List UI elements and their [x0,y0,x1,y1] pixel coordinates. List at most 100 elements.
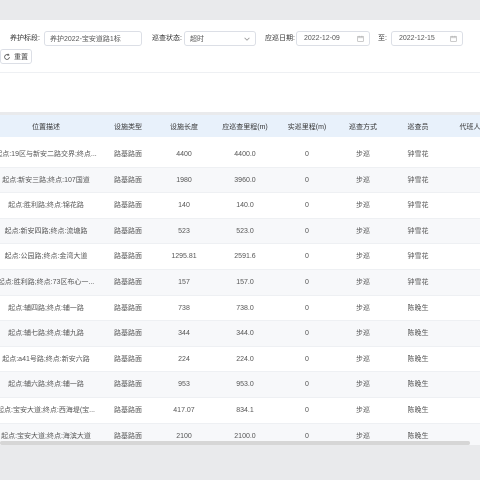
table-row[interactable]: 起点:新安三路;终点:107国道 路基路面 1980 3960.0 0 步巡 钟雪花 [0,167,480,194]
table-cell: 陈晚生 [407,355,429,363]
reset-label: 重置 [14,53,28,61]
column-header: 应巡查里程(m) [222,124,268,131]
table-cell: 3960.0 [234,176,256,184]
section-label: 养护标段: [10,35,40,42]
table-cell: 起点:宝安大道;终点:西海堤(宝... [0,407,95,414]
column-header: 设施长度 [170,124,198,131]
table-row[interactable]: 起点:辅七路;终点:辅九路 路基路面 344 344.0 0 步巡 陈晚生 [0,321,480,347]
date-from-input[interactable]: 2022-12-09 [296,31,370,46]
table-cell: 钟雪花 [407,279,429,286]
table-cell: 953.0 [236,381,254,389]
table-cell: 路基路面 [114,355,142,363]
table-cell: 步巡 [356,407,370,414]
table-cell: 路基路面 [114,227,142,235]
table-cell: 0 [305,151,309,158]
table-cell: 344.0 [236,330,254,338]
table-cell: 起点:19区与新安二路交界;终点... [0,151,97,158]
table-cell: 钟雪花 [407,253,429,261]
table-cell: 738.0 [236,304,254,312]
table-cell [450,142,480,167]
table-cell: 0 [305,253,309,261]
table-cell: 路基路面 [114,176,142,184]
table-cell [450,398,480,423]
table-cell: 1980 [176,176,192,184]
table-row[interactable]: 起点:19区与新安二路交界;终点... 路基路面 4400 4400.0 0 步巡 钟雪花 [0,142,480,168]
table-cell [450,193,480,218]
date-label: 应巡日期: [265,35,295,42]
table-cell: 起点:辅四路;终点:辅一路 [8,304,84,312]
table-cell: 起点:新安三路;终点:107国道 [2,176,90,184]
table-cell: 路基路面 [114,381,142,389]
table-cell: 路基路面 [114,279,142,286]
table-cell: 0 [305,176,309,184]
table-cell: 417.07 [173,407,195,414]
calendar-icon [357,35,364,42]
table-cell: 钟雪花 [407,227,429,235]
column-header: 实巡里程(m) [287,124,327,131]
table-cell: 陈晚生 [407,381,429,389]
table-cell: 834.1 [236,407,254,414]
table-cell: 步巡 [356,202,370,210]
table-cell: 0 [305,381,309,389]
table-cell [450,168,480,193]
table-cell: 0 [305,407,309,414]
table-cell: 起点:公园路;终点:金湾大道 [4,253,88,261]
table-cell [450,270,480,295]
inspection-table: 位置描述 设施类型 设施长度 应巡查里程(m) 实巡里程(m) 巡查方式 巡查员 代班人 起点… [0,115,480,450]
table-header: 位置描述 设施类型 设施长度 应巡查里程(m) 实巡里程(m) 巡查方式 巡查员 代班人 [0,115,480,137]
calendar-icon [450,35,457,42]
table-cell: 0 [305,202,309,210]
table-row[interactable]: 起点:公园路;终点:金湾大道 路基路面 1295.81 2591.6 0 步巡 钟雪花 [0,244,480,270]
table-cell: 523 [178,227,190,235]
table-cell: 224 [178,355,190,363]
app-window: 养护标段: 养护2022-宝安道路1标 巡查状态: 超时 应巡日期: 2022-… [0,0,480,480]
table-row[interactable]: 起点:宝安大道;终点:西海堤(宝... 路基路面 417.07 834.1 0 步巡 陈晚生 [0,398,480,424]
table-cell: 陈晚生 [407,407,429,414]
date-filter: 应巡日期: [265,30,295,46]
table-cell: 157.0 [236,279,254,286]
table-cell [450,372,480,397]
date-from-value: 2022-12-09 [304,35,340,42]
status-select[interactable]: 超时 [184,31,256,46]
table-cell: 钟雪花 [407,202,429,210]
table-row[interactable]: 起点:a41号路;终点:新安六路 路基路面 224 224.0 0 步巡 陈晚生 [0,347,480,373]
table-cell: 步巡 [356,279,370,286]
table-cell: 0 [305,355,309,363]
date-to-value: 2022-12-15 [399,35,435,42]
table-row[interactable]: 起点:新安四路;终点:流塘路 路基路面 523 523.0 0 步巡 钟雪花 [0,218,480,245]
table-cell: 步巡 [356,304,370,312]
table-toolbar [0,72,480,112]
table-cell: 步巡 [356,381,370,389]
table-cell: 0 [305,330,309,338]
section-select[interactable]: 养护2022-宝安道路1标 [44,31,142,46]
column-header: 巡查方式 [349,124,377,131]
table-row[interactable]: 起点:辅四路;终点:辅一路 路基路面 738 738.0 0 步巡 陈晚生 [0,296,480,322]
table-cell: 钟雪花 [407,176,429,184]
page-footer-area [0,445,480,480]
table-cell: 0 [305,279,309,286]
table-row[interactable]: 起点:辅六路;终点:辅一路 路基路面 953 953.0 0 步巡 陈晚生 [0,372,480,398]
section-filter: 养护标段: [10,30,40,46]
table-cell: 路基路面 [114,253,142,261]
refresh-icon [4,53,10,60]
table-cell: 738 [178,304,190,312]
table-cell: 起点:胜利路;终点:73区布心一... [0,279,95,286]
table-cell: 起点:辅六路;终点:辅一路 [8,381,84,389]
table-cell: 路基路面 [114,304,142,312]
reset-button[interactable]: 重置 [0,49,32,64]
table-cell: 步巡 [356,176,370,184]
table-cell [450,219,480,244]
table-cell [450,347,480,372]
date-to-filter: 至: [378,30,387,46]
table-cell: 2591.6 [234,253,256,261]
column-header: 位置描述 [32,124,60,131]
table-cell: 起点:胜利路;终点:锦花路 [8,202,84,210]
table-cell: 步巡 [356,151,370,158]
table-cell [450,321,480,346]
table-cell: 起点:新安四路;终点:流塘路 [4,227,88,235]
table-cell: 523.0 [236,227,254,235]
table-row[interactable]: 起点:胜利路;终点:锦花路 路基路面 140 140.0 0 步巡 钟雪花 [0,193,480,219]
date-to-input[interactable]: 2022-12-15 [391,31,463,46]
table-cell: 步巡 [356,253,370,261]
table-row[interactable]: 起点:胜利路;终点:73区布心一... 路基路面 157 157.0 0 步巡 钟雪花 [0,270,480,296]
